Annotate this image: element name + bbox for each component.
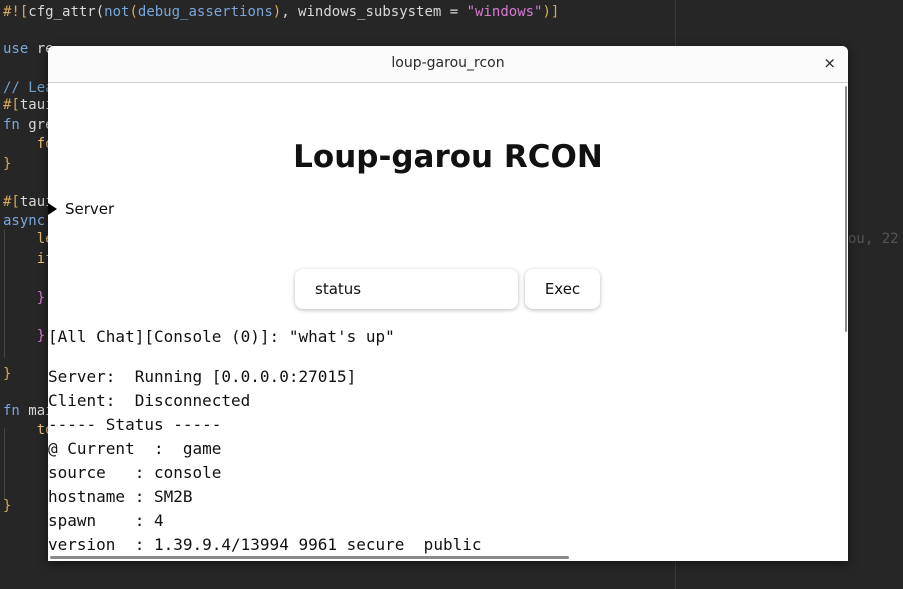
command-input[interactable] (295, 269, 518, 309)
code-token: } (3, 290, 46, 306)
output-line: source : console (48, 463, 222, 482)
code-token: async (3, 213, 46, 229)
code-token: fn (3, 403, 20, 419)
code-token: fo (3, 136, 54, 152)
code-token: if (3, 251, 54, 267)
horizontal-scrollbar[interactable] (50, 556, 569, 559)
disclosure-triangle-icon (48, 203, 57, 215)
code-token: use (3, 41, 29, 57)
code-token: // Lea (3, 80, 54, 96)
code-token: } (3, 498, 12, 514)
code-line: } (3, 328, 45, 344)
code-line: } (3, 156, 11, 172)
code-line: // Lea (3, 80, 54, 96)
code-line: fn gre (3, 117, 54, 133)
code-line: le (3, 231, 54, 247)
code-token: )] (542, 4, 560, 20)
page-title: Loup-garou RCON (293, 139, 603, 175)
code-line: use re (3, 41, 54, 57)
code-token: #[ (3, 97, 20, 113)
output-line: Client: Disconnected (48, 391, 251, 410)
code-line: if (3, 251, 54, 267)
code-line: async (3, 213, 45, 229)
code-line: } (3, 498, 11, 514)
code-token: ( (129, 4, 138, 20)
code-token: ) (272, 4, 282, 20)
app-content: Loup-garou RCON Server Exec [All Chat][C… (48, 83, 844, 561)
code-line: to (3, 422, 54, 438)
output-line: @ Current : game (48, 439, 222, 458)
code-line: #[taui (3, 97, 54, 113)
vertical-scrollbar[interactable] (845, 86, 847, 332)
code-line: fo (3, 136, 54, 152)
code-token: cfg_attr( (28, 4, 105, 20)
code-token: not (104, 4, 130, 20)
close-icon[interactable]: × (823, 54, 836, 72)
chat-line: [All Chat][Console (0)]: "what's up" (48, 327, 395, 346)
window-title: loup-garou_rcon (391, 55, 505, 71)
output-line: spawn : 4 (48, 511, 164, 530)
output-line: Server: Running [0.0.0.0:27015] (48, 367, 357, 386)
output-line: version : 1.39.9.4/13994 9961 secure pub… (48, 535, 482, 554)
editor-inlay-hint: ou, 22 (848, 231, 899, 247)
output-line: ----- Status ----- (48, 415, 222, 434)
code-line: } (3, 290, 45, 306)
code-token: fn (3, 117, 20, 133)
code-token: debug_assertions (137, 4, 273, 20)
rcon-window: loup-garou_rcon × Loup-garou RCON Server… (48, 46, 848, 561)
code-token: #[ (3, 194, 20, 210)
code-token: to (3, 422, 54, 438)
server-details-label: Server (65, 200, 115, 218)
code-line: #![cfg_attr(not(debug_assertions), windo… (3, 4, 559, 20)
exec-button[interactable]: Exec (525, 269, 600, 309)
code-token: "windows" (466, 4, 543, 20)
indent-guide (4, 428, 5, 500)
code-line: } (3, 366, 11, 382)
output-line: hostname : SM2B (48, 487, 193, 506)
code-line: fn mai (3, 403, 54, 419)
code-token: } (3, 156, 12, 172)
code-token: le (3, 231, 54, 247)
vertical-scrollbar-track (844, 83, 848, 561)
code-token: } (3, 328, 46, 344)
code-token: , windows_subsystem = (281, 4, 467, 20)
code-token: } (3, 366, 12, 382)
window-titlebar: loup-garou_rcon × (48, 46, 848, 83)
code-line: #[taui (3, 194, 54, 210)
code-token: #![ (3, 4, 29, 20)
